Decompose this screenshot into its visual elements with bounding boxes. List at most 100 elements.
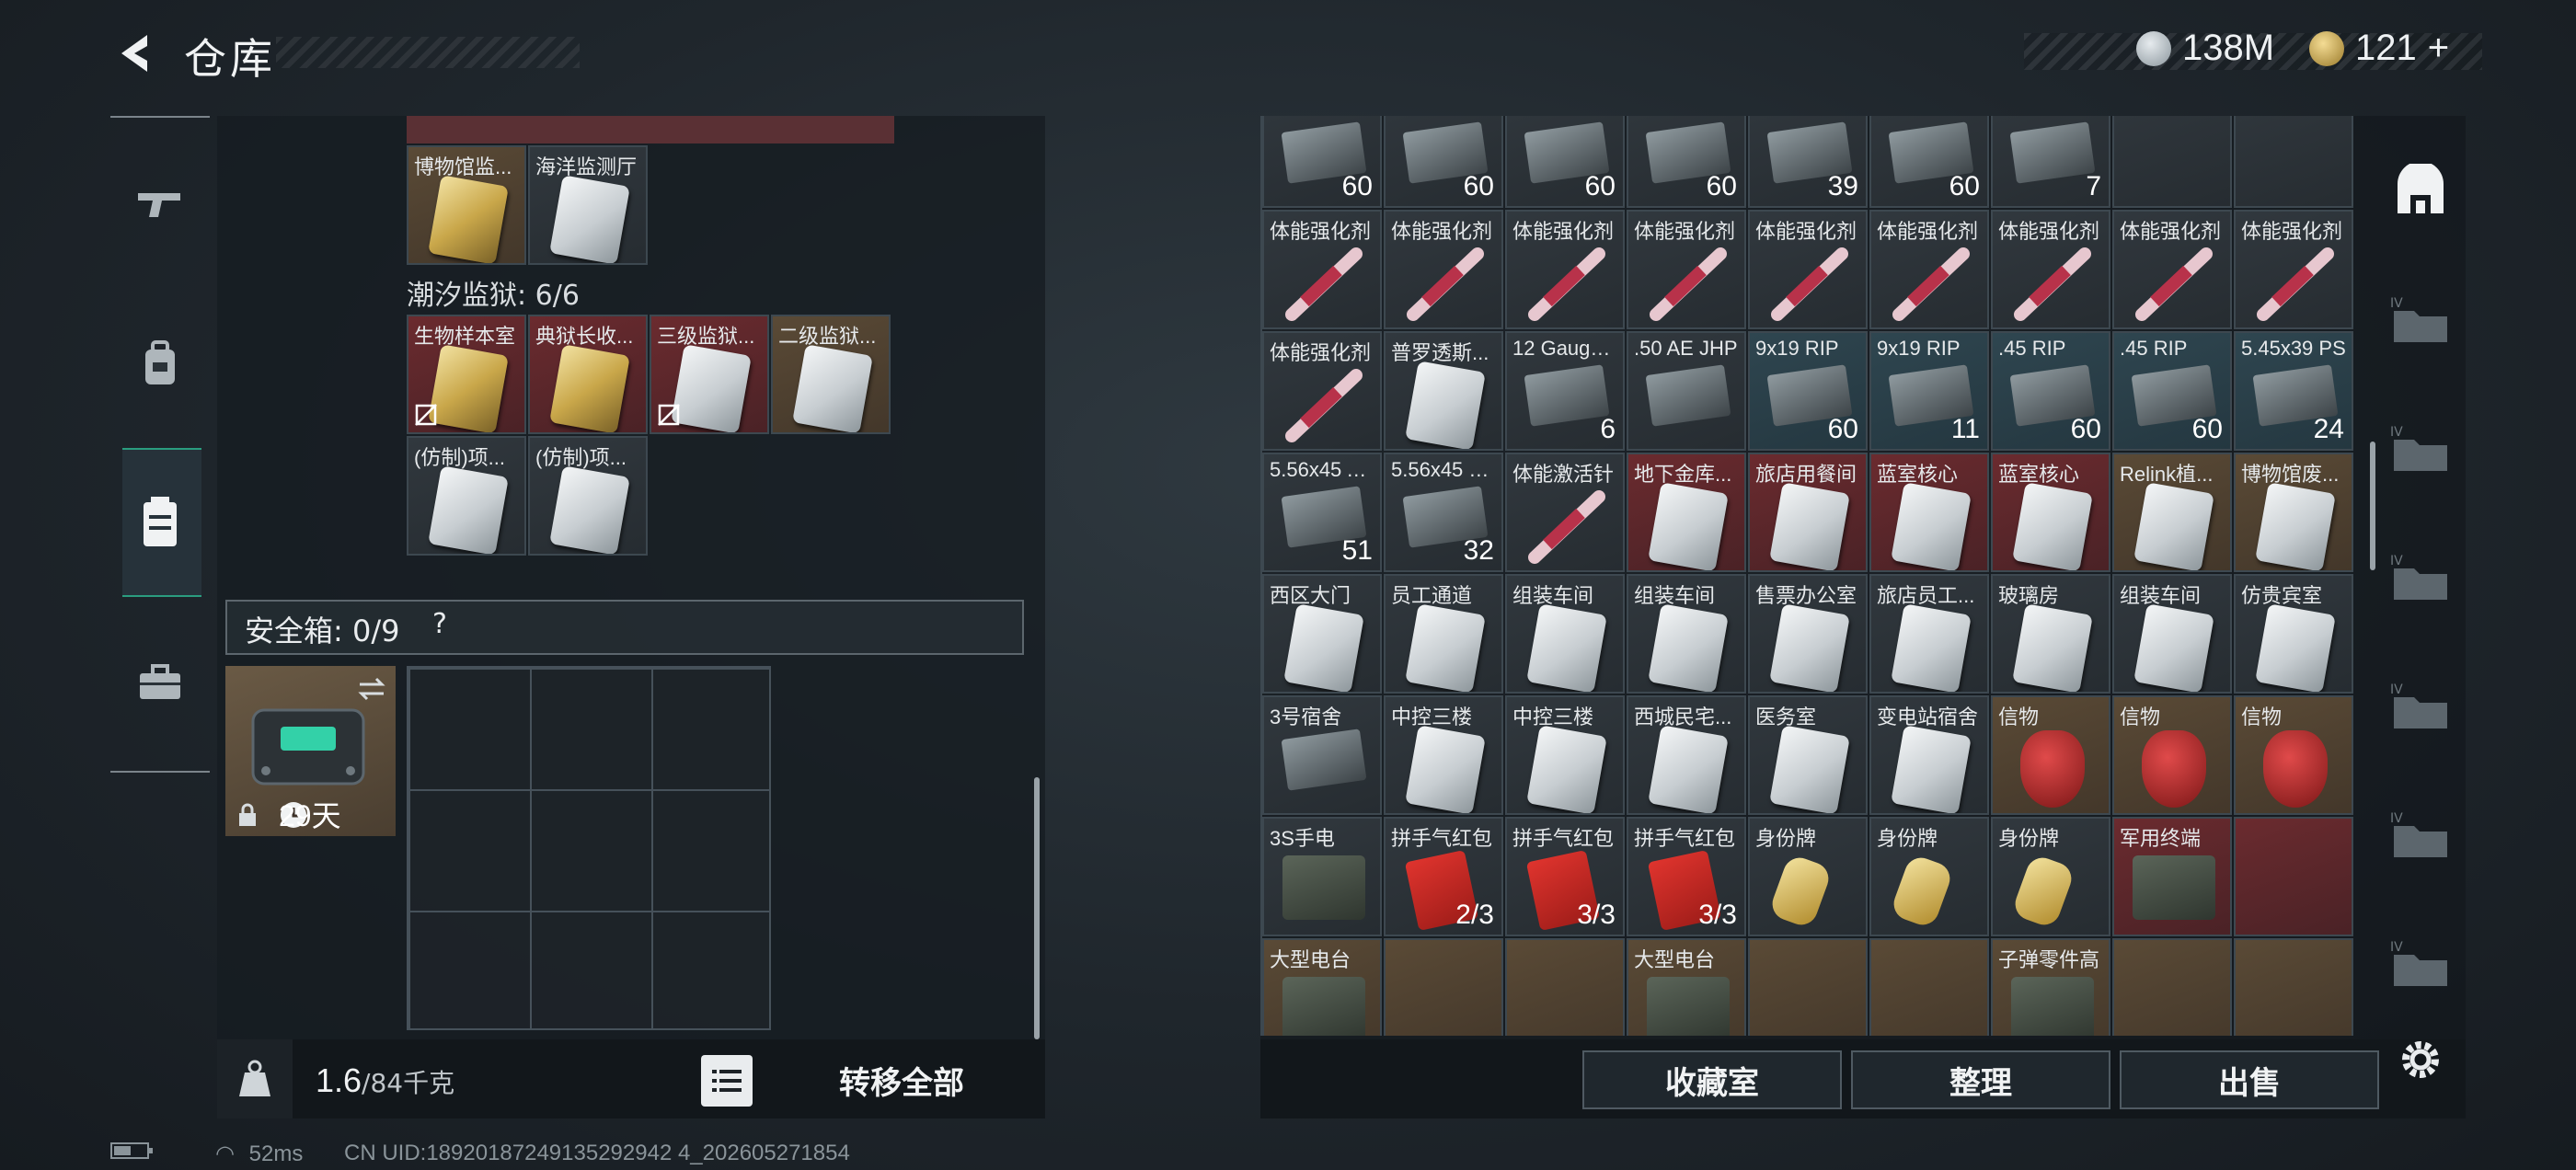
storage-tab-5[interactable]: IV <box>2388 808 2453 863</box>
storage-item[interactable]: 中控三楼 <box>1505 695 1625 815</box>
storage-item[interactable]: 仿贵宾室 <box>2234 574 2353 694</box>
storage-item[interactable]: 身份牌 <box>1869 817 1989 936</box>
storage-item[interactable]: 组装车间 <box>2112 574 2232 694</box>
storage-item[interactable]: 西城民宅... <box>1627 695 1746 815</box>
storage-item[interactable]: 组装车间 <box>1627 574 1746 694</box>
organize-button[interactable]: 整理 <box>1851 1050 2110 1109</box>
nav-case[interactable] <box>125 648 195 717</box>
left-scrollbar[interactable] <box>1034 777 1040 1039</box>
storage-item[interactable]: 地下金库... <box>1627 453 1746 572</box>
storage-home-tab[interactable] <box>2388 161 2453 219</box>
storage-item[interactable]: M855A1 7 <box>1991 116 2110 208</box>
storage-item[interactable]: 体能强化剂 <box>1627 210 1746 329</box>
storage-item[interactable]: B... 60 <box>1262 116 1382 208</box>
storage-item[interactable]: 身份牌 <box>1748 817 1868 936</box>
storage-item[interactable]: 体能强化剂 <box>1991 210 2110 329</box>
storage-item[interactable]: 体能强化剂 <box>1262 210 1382 329</box>
storage-item[interactable]: 9x19 RIP 60 <box>1748 331 1868 451</box>
storage-item[interactable]: 拼手气红包 2/3 <box>1384 817 1503 936</box>
storage-item[interactable]: 中控三楼 <box>1384 695 1503 815</box>
storage-item[interactable] <box>1869 938 1989 1036</box>
storage-tab-6[interactable]: IV <box>2388 936 2453 992</box>
storage-tab-3[interactable]: IV <box>2388 550 2453 605</box>
storage-item[interactable]: APC 60 <box>1627 116 1746 208</box>
storage-item[interactable]: 体能强化剂 <box>2112 210 2232 329</box>
storage-item[interactable]: 信物 <box>2234 695 2353 815</box>
storage-item[interactable]: .45 RIP 60 <box>2112 331 2232 451</box>
help-icon[interactable]: ? <box>432 608 471 647</box>
storage-item[interactable]: 玻璃房 <box>1991 574 2110 694</box>
storage-item[interactable] <box>1748 938 1868 1036</box>
storage-item[interactable]: 5.56x45 M855 32 <box>1384 453 1503 572</box>
storage-item[interactable]: 5.45x39 PS 24 <box>2234 331 2353 451</box>
storage-item[interactable]: 蓝室核心 <box>1991 453 2110 572</box>
storage-item[interactable]: Relink植... <box>2112 453 2232 572</box>
settings-button[interactable] <box>2388 1034 2453 1089</box>
storage-item[interactable]: 变电站宿舍 <box>1869 695 1989 815</box>
storage-item[interactable]: 体能强化剂 <box>1384 210 1503 329</box>
nav-vest[interactable] <box>125 488 195 557</box>
safebox-grid[interactable] <box>407 666 771 1030</box>
storage-item[interactable]: M855A1 60 <box>1869 116 1989 208</box>
storage-item[interactable]: 员工通道 <box>1384 574 1503 694</box>
storage-scrollbar[interactable] <box>2370 442 2375 570</box>
storage-tab-4[interactable]: IV <box>2388 679 2453 734</box>
storage-item[interactable]: 大型电台 <box>1262 938 1382 1036</box>
storage-item[interactable]: 9x19 RIP 11 <box>1869 331 1989 451</box>
storage-item[interactable]: .45 RIP 60 <box>1991 331 2110 451</box>
key-card-item[interactable]: 典狱长收... <box>528 315 648 434</box>
storage-item[interactable]: 信物 <box>2112 695 2232 815</box>
storage-item[interactable] <box>1384 938 1503 1036</box>
storage-item[interactable]: APC 39 <box>1748 116 1868 208</box>
storage-tab-2[interactable]: IV <box>2388 421 2453 476</box>
storage-item[interactable]: 旅店用餐间 <box>1748 453 1868 572</box>
currency-b[interactable]: 121 + <box>2309 28 2449 69</box>
back-button[interactable] <box>110 28 162 79</box>
storage-item[interactable]: 医务室 <box>1748 695 1868 815</box>
collection-button[interactable]: 收藏室 <box>1582 1050 1842 1109</box>
key-card-item[interactable]: 博物馆监... <box>407 145 526 265</box>
currency-a[interactable]: 138M <box>2136 28 2274 69</box>
storage-item[interactable]: 子弹零件高 <box>1991 938 2110 1036</box>
storage-item[interactable]: 拼手气红包 3/3 <box>1505 817 1625 936</box>
storage-item[interactable] <box>2112 938 2232 1036</box>
storage-tab-1[interactable]: IV <box>2388 292 2453 348</box>
sell-button[interactable]: 出售 <box>2120 1050 2379 1109</box>
storage-item[interactable]: 5.56x45 APC 51 <box>1262 453 1382 572</box>
nav-backpack[interactable] <box>125 329 195 399</box>
storage-item[interactable]: .50 AE JHP <box>1627 331 1746 451</box>
storage-item[interactable]: 体能强化剂 <box>1869 210 1989 329</box>
key-card-item[interactable]: (仿制)项... <box>528 436 648 556</box>
swap-icon[interactable] <box>356 675 387 703</box>
key-card-item[interactable]: 三级监狱... <box>650 315 769 434</box>
key-card-item[interactable]: (仿制)项... <box>407 436 526 556</box>
storage-item[interactable]: 大型电台 <box>1627 938 1746 1036</box>
storage-item[interactable]: 体能强化剂 <box>1748 210 1868 329</box>
storage-item[interactable] <box>2112 116 2232 208</box>
storage-item[interactable]: APC 60 <box>1505 116 1625 208</box>
storage-item[interactable]: APC 60 <box>1384 116 1503 208</box>
nav-weapon[interactable] <box>125 169 195 239</box>
list-view-button[interactable] <box>701 1055 753 1107</box>
storage-item[interactable]: 蓝室核心 <box>1869 453 1989 572</box>
storage-item[interactable]: 3号宿舍 <box>1262 695 1382 815</box>
storage-item[interactable]: 普罗透斯... <box>1384 331 1503 451</box>
storage-item[interactable] <box>2234 116 2353 208</box>
storage-item[interactable]: 西区大门 <box>1262 574 1382 694</box>
storage-item[interactable]: 3S手电 <box>1262 817 1382 936</box>
storage-item[interactable]: 售票办公室 <box>1748 574 1868 694</box>
storage-item[interactable]: 军用终端 <box>2112 817 2232 936</box>
transfer-all-button[interactable]: 转移全部 <box>791 1058 1012 1104</box>
storage-item[interactable]: 体能强化剂 <box>1505 210 1625 329</box>
storage-item[interactable] <box>2234 938 2353 1036</box>
storage-item[interactable]: 体能强化剂 <box>1262 331 1382 451</box>
storage-item[interactable]: 体能激活针 <box>1505 453 1625 572</box>
storage-item[interactable]: 拼手气红包 3/3 <box>1627 817 1746 936</box>
storage-item[interactable]: 信物 <box>1991 695 2110 815</box>
key-card-item[interactable]: 海洋监测厅 <box>528 145 648 265</box>
storage-item[interactable] <box>1505 938 1625 1036</box>
storage-item[interactable]: 体能强化剂 <box>2234 210 2353 329</box>
storage-item[interactable]: 旅店员工... <box>1869 574 1989 694</box>
currency-add-icon[interactable]: + <box>2428 28 2449 69</box>
storage-item[interactable]: 12 Gauge 8... 6 <box>1505 331 1625 451</box>
